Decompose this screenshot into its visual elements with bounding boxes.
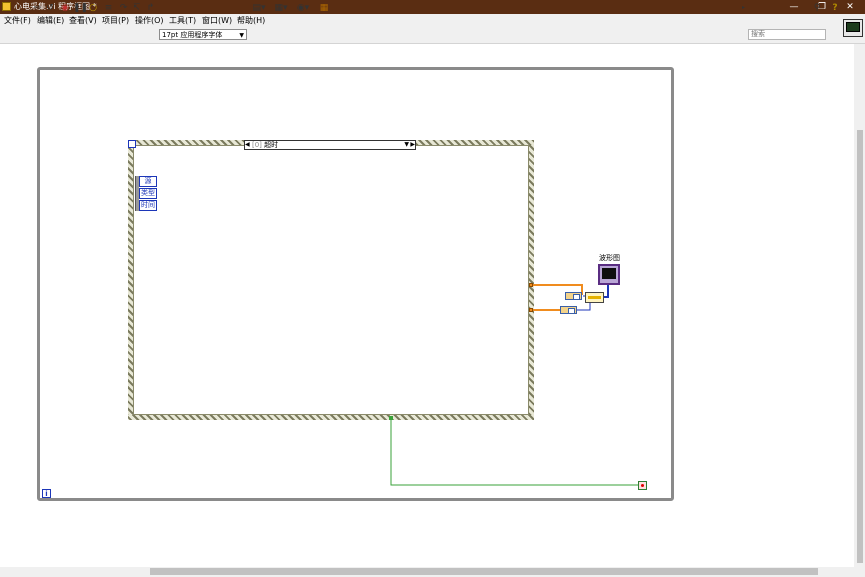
output-tunnel-1[interactable] xyxy=(529,283,533,287)
run-continuously-icon[interactable]: ↺ xyxy=(45,2,55,14)
pause-icon[interactable]: ❚❚ xyxy=(73,2,88,14)
highlight-execution-icon[interactable]: ○ xyxy=(88,2,98,14)
event-data-type[interactable]: 类型 xyxy=(139,188,157,199)
event-case-label: [0] 超时 xyxy=(252,141,278,149)
event-case-index: [0] xyxy=(252,141,262,149)
waveform-graph-icon xyxy=(602,268,616,279)
menu-tools[interactable]: 工具(T) xyxy=(169,15,196,26)
menu-file[interactable]: 文件(F) xyxy=(4,15,31,26)
search-dropdown-icon[interactable]: ▸ xyxy=(741,2,746,14)
minimize-button[interactable]: — xyxy=(780,0,808,14)
increment-arrow-icon[interactable]: ▶ xyxy=(410,141,415,149)
event-case-frame[interactable] xyxy=(133,145,529,415)
search-icon[interactable]: ⚲ xyxy=(812,2,822,14)
build-array-glyph xyxy=(588,296,601,299)
event-data-node[interactable]: 源 类型 时间 xyxy=(135,176,157,211)
help-icon[interactable]: ? xyxy=(830,2,840,14)
unbundle-node-1[interactable] xyxy=(565,292,582,300)
abort-icon[interactable]: ◉ xyxy=(60,2,70,14)
font-selector[interactable]: 17pt 应用程序字体 ▼ xyxy=(159,29,247,40)
step-over-icon[interactable]: ↸ xyxy=(131,2,142,14)
decrement-arrow-icon[interactable]: ◀ xyxy=(245,141,250,149)
event-case-name: 超时 xyxy=(264,141,279,149)
run-icon[interactable]: ⇨ xyxy=(33,2,42,14)
event-data-time[interactable]: 时间 xyxy=(139,200,157,211)
search-input[interactable] xyxy=(748,29,826,40)
vi-connector-icon[interactable] xyxy=(843,19,863,37)
timeout-terminal[interactable] xyxy=(128,140,136,148)
vi-icon-screen xyxy=(846,22,860,32)
menu-view[interactable]: 查看(V) xyxy=(69,15,97,26)
close-button[interactable]: ✕ xyxy=(836,0,864,14)
vertical-scrollbar-thumb[interactable] xyxy=(857,130,863,563)
retain-wire-values-icon[interactable]: ≡ xyxy=(103,2,114,14)
event-data-source[interactable]: 源 xyxy=(139,176,157,187)
unbundle-node-1-port xyxy=(573,294,580,300)
menu-project[interactable]: 项目(P) xyxy=(102,15,129,26)
menu-edit[interactable]: 编辑(E) xyxy=(37,15,64,26)
menu-operate[interactable]: 操作(O) xyxy=(135,15,164,26)
distribute-objects-icon[interactable]: ▦▾ xyxy=(273,2,289,14)
iteration-terminal[interactable]: i xyxy=(42,489,51,498)
align-objects-icon[interactable]: ▤▾ xyxy=(251,2,267,14)
unbundle-node-2[interactable] xyxy=(560,306,577,314)
labview-vi-icon xyxy=(2,2,11,11)
cleanup-diagram-icon[interactable]: ▦ xyxy=(317,2,331,14)
menu-window[interactable]: 窗口(W) xyxy=(202,15,232,26)
output-tunnel-2[interactable] xyxy=(529,308,533,312)
horizontal-scrollbar-thumb[interactable] xyxy=(150,568,818,575)
reorder-icon[interactable]: ◉▾ xyxy=(295,2,311,14)
step-out-icon[interactable]: ↱ xyxy=(145,2,156,14)
menu-bar: 文件(F) 编辑(E) 查看(V) 项目(P) 操作(O) 工具(T) 窗口(W… xyxy=(0,14,865,27)
waveform-graph-label: 波形图 xyxy=(599,254,620,262)
chevron-down-icon[interactable]: ▼ xyxy=(404,141,409,149)
menu-help[interactable]: 帮助(H) xyxy=(237,15,265,26)
step-into-icon[interactable]: ↷ xyxy=(118,2,129,14)
title-bar: 心电采集.vi 程序框图 * — ❐ ✕ xyxy=(0,0,865,14)
build-array-node[interactable] xyxy=(585,292,604,303)
stop-terminal[interactable] xyxy=(638,481,647,490)
unbundle-node-2-port xyxy=(568,308,575,314)
waveform-graph-terminal[interactable] xyxy=(598,264,620,285)
toolbar xyxy=(0,27,865,44)
chevron-down-icon: ▼ xyxy=(239,32,244,39)
event-case-selector[interactable]: ◀ [0] 超时 ▼ ▶ xyxy=(244,140,416,150)
font-selector-value: 17pt 应用程序字体 xyxy=(162,31,223,39)
